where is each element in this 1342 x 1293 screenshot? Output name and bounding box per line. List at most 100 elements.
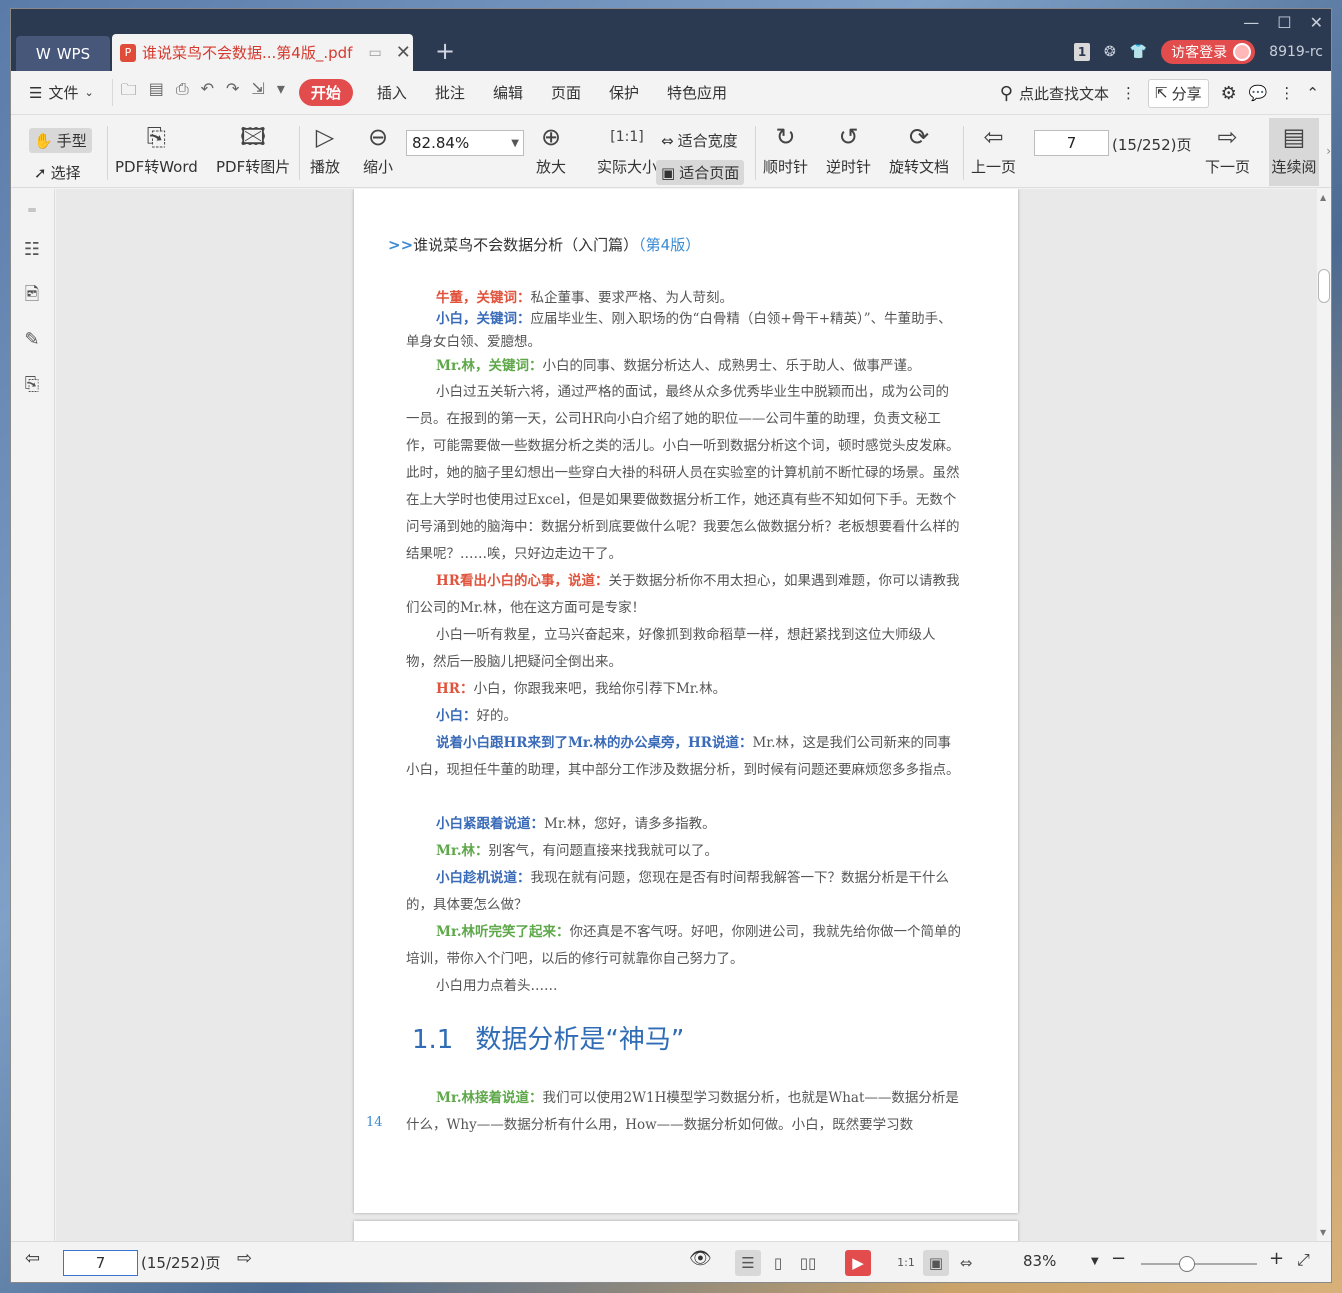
print-icon[interactable]: ⎙ xyxy=(176,79,189,106)
hand-tool-button[interactable]: ✋ 手型 xyxy=(29,128,92,153)
zoom-input[interactable]: 82.84% ▼ xyxy=(406,130,524,156)
eye-protection-icon[interactable]: 👁 xyxy=(689,1248,712,1269)
export-icon[interactable]: ⇲ xyxy=(251,79,264,106)
wps-logo-icon: W xyxy=(35,44,51,63)
section-number: 1.1 xyxy=(412,1025,454,1055)
share-button[interactable]: ⇱ 分享 xyxy=(1148,78,1209,108)
undo-icon[interactable]: ↶ xyxy=(201,79,214,106)
actual-size-button[interactable]: [1:1] 实际大小 xyxy=(597,118,657,177)
chevron-down-icon[interactable]: ▼ xyxy=(511,138,519,149)
new-tab-button[interactable]: + xyxy=(435,37,455,65)
paragraph: 小白：好的。 xyxy=(406,703,962,730)
continuous-view-icon[interactable]: ☰ xyxy=(735,1250,761,1276)
fit-page-button[interactable]: ▣ 适合页面 xyxy=(656,160,745,185)
comment-icon[interactable]: 💬 xyxy=(1249,84,1268,102)
menu-insert[interactable]: 插入 xyxy=(363,82,421,103)
fit-width-button[interactable]: ⇔ 适合宽度 xyxy=(656,128,743,153)
chevron-right-icon[interactable]: › xyxy=(1326,144,1331,158)
status-page-input[interactable]: 7 xyxy=(63,1250,138,1276)
zoom-percent[interactable]: 83% xyxy=(1023,1252,1056,1270)
divider xyxy=(107,126,108,180)
hand-icon: ✋ xyxy=(34,131,53,150)
play-icon[interactable]: ▶ xyxy=(845,1250,871,1276)
next-page-arrow-icon[interactable]: ⇨ xyxy=(237,1248,252,1269)
hand-tool-label: 手型 xyxy=(56,132,87,150)
save-icon[interactable]: ▤ xyxy=(149,79,164,106)
bookmark-icon[interactable]: ⎘ xyxy=(21,374,43,396)
more-dropdown-icon[interactable]: ▾ xyxy=(277,79,285,106)
menu-start[interactable]: 开始 xyxy=(298,79,353,106)
zoom-dropdown-icon[interactable]: ▼ xyxy=(1091,1256,1099,1267)
close-window-icon[interactable]: ✕ xyxy=(1310,13,1323,32)
page-number-input[interactable]: 7 xyxy=(1034,130,1109,156)
thumbnail-icon[interactable]: 🖻 xyxy=(21,284,43,306)
zoom-in-button[interactable]: ⊕ 放大 xyxy=(536,118,566,177)
next-pdf-page xyxy=(354,1221,1018,1241)
maximize-icon[interactable]: ☐ xyxy=(1277,13,1291,32)
rotate-clockwise-label: 顺时针 xyxy=(763,158,809,176)
zoom-slider[interactable] xyxy=(1141,1256,1257,1272)
next-page-button[interactable]: ⇨ 下一页 xyxy=(1205,118,1250,177)
window-count-badge[interactable]: 1 xyxy=(1074,43,1090,61)
menu-page[interactable]: 页面 xyxy=(537,82,595,103)
tab-document[interactable]: P 谁说菜鸟不会数据...第4版_.pdf ▭ ✕ xyxy=(112,34,413,71)
rotate-document-button[interactable]: ⟳ 旋转文档 xyxy=(889,118,949,177)
play-button[interactable]: ▷ 播放 xyxy=(310,118,340,177)
file-menu[interactable]: ☰ 文件 ⌄ xyxy=(11,82,108,103)
annotation-icon[interactable]: ✎ xyxy=(21,329,43,351)
pdf-to-word-icon: ⎘ xyxy=(146,123,166,151)
tshirt-icon[interactable]: 👕 xyxy=(1130,44,1147,60)
select-tool-button[interactable]: ➚ 选择 xyxy=(29,160,86,185)
vertical-scrollbar[interactable]: ▲ ▼ xyxy=(1317,189,1331,1241)
scroll-up-icon[interactable]: ▲ xyxy=(1320,193,1326,202)
pdf-to-word-button[interactable]: ⎘ PDF转Word xyxy=(115,118,198,177)
document-viewer[interactable]: >>谁说菜鸟不会数据分析（入门篇）（第4版） 牛董，关键词：私企董事、要求严格、… xyxy=(56,189,1319,1241)
collapse-ribbon-icon[interactable]: ⌃ xyxy=(1306,84,1319,102)
guest-login-button[interactable]: 访客登录 xyxy=(1161,40,1256,64)
running-head: >>谁说菜鸟不会数据分析（入门篇）（第4版） xyxy=(388,234,700,255)
paragraph-text: 私企董事、要求严格、为人苛刻。 xyxy=(530,290,734,306)
two-page-icon[interactable]: ▯▯ xyxy=(795,1250,821,1276)
fit-page-icon[interactable]: ▣ xyxy=(923,1250,949,1276)
menu-annotate[interactable]: 批注 xyxy=(421,82,479,103)
paragraph: 小白紧跟着说道：Mr.林，您好，请多多指教。 xyxy=(406,811,962,838)
gear-icon[interactable]: ⚙ xyxy=(1221,83,1237,104)
search-text-button[interactable]: ⚲ 点此查找文本 xyxy=(1000,83,1109,104)
rotate-counter-button[interactable]: ↺ 逆时针 xyxy=(826,118,871,177)
scroll-down-icon[interactable]: ▼ xyxy=(1320,1228,1326,1237)
outline-icon[interactable]: ☷ xyxy=(21,239,43,261)
fit-width-icon[interactable]: ⇔ xyxy=(953,1250,979,1276)
zoom-out-button[interactable]: ⊖ 缩小 xyxy=(363,118,393,177)
actual-size-icon[interactable]: 1:1 xyxy=(893,1250,919,1276)
zoom-plus-icon[interactable]: + xyxy=(1269,1248,1284,1269)
drag-handle-icon[interactable]: ═ xyxy=(21,199,43,221)
more-options-icon[interactable]: ⋮ xyxy=(1279,84,1294,102)
open-folder-icon[interactable]: 🗀 xyxy=(121,79,137,106)
rotate-clockwise-button[interactable]: ↻ 顺时针 xyxy=(763,118,808,177)
keyword: 小白紧跟着说道： xyxy=(436,816,544,832)
actual-size-icon: [1:1] xyxy=(610,129,644,145)
close-tab-icon[interactable]: ✕ xyxy=(396,42,411,63)
menu-protect[interactable]: 保护 xyxy=(595,82,653,103)
pdf-to-image-button[interactable]: 🖾 PDF转图片 xyxy=(216,118,290,177)
menu-edit[interactable]: 编辑 xyxy=(479,82,537,103)
monitor-icon[interactable]: ▭ xyxy=(368,45,381,61)
keyword: Mr.林： xyxy=(436,843,489,859)
redo-icon[interactable]: ↷ xyxy=(226,79,239,106)
menu-special[interactable]: 特色应用 xyxy=(653,82,741,103)
prev-page-arrow-icon[interactable]: ⇦ xyxy=(25,1248,40,1269)
arrow-left-icon: ⇦ xyxy=(983,123,1004,151)
fullscreen-icon[interactable]: ⤢ xyxy=(1297,1250,1310,1270)
zoom-slider-knob[interactable] xyxy=(1179,1256,1195,1272)
more-vertical-icon[interactable]: ⋮ xyxy=(1121,84,1136,102)
paragraph-text: Mr.林，您好，请多多指教。 xyxy=(544,816,716,832)
skin-icon[interactable]: ❂ xyxy=(1104,44,1116,60)
play-label: 播放 xyxy=(310,158,341,176)
zoom-minus-icon[interactable]: − xyxy=(1111,1248,1126,1269)
prev-page-button[interactable]: ⇦ 上一页 xyxy=(971,118,1016,177)
tab-wps-home[interactable]: W WPS xyxy=(16,36,110,71)
continuous-read-button[interactable]: ▤ 连续阅 xyxy=(1269,118,1319,186)
single-page-icon[interactable]: ▯ xyxy=(765,1250,791,1276)
minimize-icon[interactable]: — xyxy=(1243,13,1259,32)
scrollbar-thumb[interactable] xyxy=(1318,269,1330,303)
